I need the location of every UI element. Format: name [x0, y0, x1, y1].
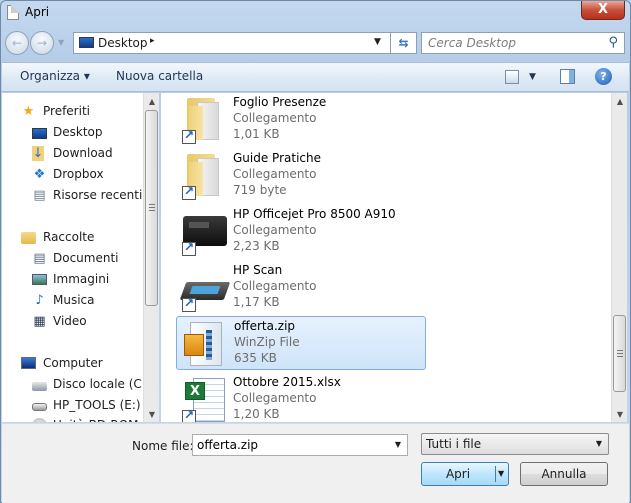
- scroll-up-arrow-icon[interactable]: ▲: [144, 95, 160, 109]
- cancel-button[interactable]: Annulla: [520, 462, 608, 486]
- organize-menu-button[interactable]: Organizza ▾: [20, 69, 90, 83]
- file-item[interactable]: HP Officejet Pro 8500 A910 Collegamento …: [176, 205, 426, 259]
- search-box: ⚲: [421, 32, 625, 54]
- chevron-down-icon[interactable]: ▼: [395, 440, 401, 449]
- documents-icon: ▤: [33, 251, 46, 266]
- file-item-selected[interactable]: offerta.zip WinZip File 635 KB: [176, 316, 426, 370]
- pictures-icon: [32, 274, 47, 285]
- close-button[interactable]: X: [581, 1, 625, 20]
- chevron-down-icon: ▼: [595, 439, 602, 448]
- filename-input[interactable]: [197, 438, 377, 452]
- back-button[interactable]: ←: [5, 31, 29, 55]
- star-icon: ★: [22, 104, 35, 119]
- address-dropdown-icon[interactable]: ▼: [374, 37, 381, 47]
- window-title: Apri: [25, 5, 50, 19]
- scroll-up-arrow-icon[interactable]: ▲: [612, 95, 628, 109]
- music-icon: ♪: [35, 293, 44, 308]
- drive-icon: [32, 403, 47, 411]
- view-options-dropdown[interactable]: ▼: [529, 72, 536, 82]
- filename-label: Nome file:: [132, 439, 194, 453]
- breadcrumb-chevron-icon[interactable]: ▸: [150, 36, 155, 46]
- folder-shortcut-icon: [181, 152, 227, 200]
- file-item[interactable]: Foglio Presenze Collegamento 1,01 KB: [176, 93, 426, 147]
- file-item[interactable]: Guide Pratiche Collegamento 719 byte: [176, 149, 426, 203]
- address-location[interactable]: Desktop: [98, 36, 148, 50]
- open-options-dropdown-icon[interactable]: ▼: [498, 469, 504, 478]
- video-icon: ▦: [33, 314, 46, 329]
- forward-arrow-icon: →: [36, 36, 48, 50]
- title-bar[interactable]: Apri X: [1, 1, 630, 27]
- file-list-scrollbar[interactable]: ▲ ▼: [611, 93, 627, 422]
- navigation-pane-scrollbar[interactable]: ▲ ▼: [143, 93, 159, 422]
- download-folder-icon: ↓: [32, 146, 44, 161]
- forward-button[interactable]: →: [30, 31, 54, 55]
- dialog-footer: Nome file: ▼ Tutti i file ▼ Apri ▼ Annul…: [2, 423, 629, 503]
- desktop-icon: [32, 128, 47, 139]
- scrollbar-thumb[interactable]: [145, 110, 158, 306]
- change-view-icon[interactable]: [505, 70, 519, 84]
- refresh-icon: ⇆: [398, 36, 409, 50]
- address-bar[interactable]: Desktop ▸ ▼: [73, 32, 391, 54]
- scanner-icon: [179, 264, 231, 312]
- excel-file-icon: X: [181, 376, 227, 422]
- scroll-down-arrow-icon[interactable]: ▼: [612, 408, 628, 422]
- open-file-dialog: Apri X ← → ▼ Desktop ▸ ▼ ⇆ ⚲ Organizza ▾…: [0, 0, 631, 503]
- filetype-select[interactable]: Tutti i file ▼: [421, 433, 609, 455]
- search-input[interactable]: [428, 36, 598, 50]
- folder-shortcut-icon: [181, 96, 227, 144]
- scroll-down-arrow-icon[interactable]: ▼: [144, 408, 160, 422]
- help-icon[interactable]: ?: [595, 68, 612, 85]
- desktop-icon: [79, 37, 94, 48]
- dropbox-icon: ❖: [33, 167, 46, 182]
- printer-icon: [181, 208, 227, 256]
- file-item[interactable]: X Ottobre 2015.xlsx Collegamento 1,20 KB: [176, 373, 426, 422]
- computer-icon: [21, 357, 36, 369]
- recent-locations-dropdown[interactable]: ▼: [58, 38, 64, 47]
- scrollbar-thumb[interactable]: [613, 315, 626, 392]
- recent-places-icon: ▤: [33, 188, 46, 203]
- preview-pane-icon[interactable]: [560, 69, 575, 84]
- navigation-bar: ← → ▼ Desktop ▸ ▼ ⇆ ⚲: [1, 29, 630, 57]
- optical-drive-icon: [32, 418, 47, 422]
- back-arrow-icon: ←: [11, 36, 23, 50]
- new-folder-button[interactable]: Nuova cartella: [116, 69, 203, 83]
- zip-file-icon: [182, 320, 228, 368]
- navigation-pane: ★ Preferiti Desktop ↓ Download ❖ Dropbox…: [2, 93, 159, 422]
- open-button[interactable]: Apri ▼: [421, 462, 509, 486]
- search-icon[interactable]: ⚲: [608, 35, 618, 50]
- command-toolbar: Organizza ▾ Nuova cartella ▼ ?: [2, 62, 629, 92]
- local-disk-icon: [32, 382, 47, 391]
- libraries-icon: [21, 232, 36, 244]
- filename-combobox[interactable]: ▼: [192, 434, 408, 456]
- file-item[interactable]: HP Scan Collegamento 1,17 KB: [176, 261, 426, 315]
- file-list: Foglio Presenze Collegamento 1,01 KB Gui…: [161, 93, 611, 422]
- document-icon: [7, 5, 19, 20]
- refresh-button[interactable]: ⇆: [391, 32, 417, 54]
